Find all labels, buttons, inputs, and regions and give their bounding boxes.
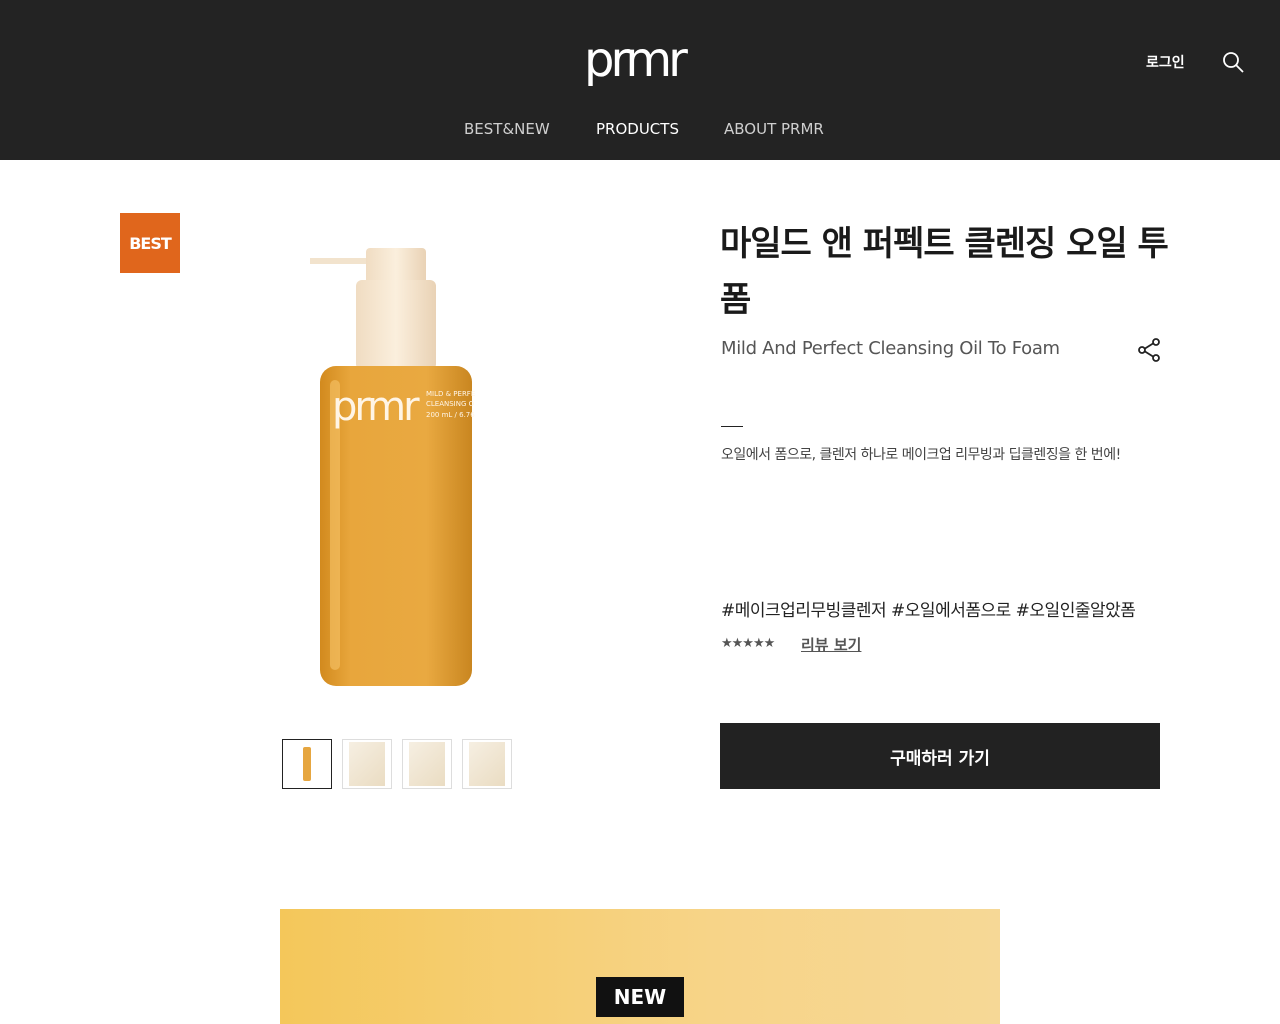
- thumbnail-list: [282, 739, 512, 789]
- thumbnail-2[interactable]: [342, 739, 392, 789]
- review-link[interactable]: 리뷰 보기: [801, 634, 861, 655]
- rating-stars-icon: ★★★★★: [721, 636, 775, 651]
- best-badge: BEST: [120, 213, 180, 273]
- buy-button[interactable]: 구매하러 가기: [720, 723, 1160, 789]
- new-badge: NEW: [596, 977, 684, 1017]
- nav-about-prmr[interactable]: ABOUT PRMR: [724, 120, 824, 138]
- search-icon[interactable]: [1221, 50, 1245, 74]
- nav-products[interactable]: PRODUCTS: [596, 120, 679, 138]
- thumbnail-3[interactable]: [402, 739, 452, 789]
- logo-text: prmr: [584, 38, 688, 88]
- bottle-label-line: 200 mL / 6.76: [426, 411, 475, 419]
- login-link[interactable]: 로그인: [1146, 52, 1185, 72]
- site-header: prmr 로그인 BEST&NEW PRODUCTS ABOUT PRMR: [0, 0, 1280, 160]
- product-description: 오일에서 폼으로, 클렌저 하나로 메이크업 리무빙과 딥클렌징을 한 번에!: [721, 447, 1121, 463]
- share-icon[interactable]: [1137, 337, 1161, 363]
- product-subtitle: Mild And Perfect Cleansing Oil To Foam: [721, 338, 1060, 359]
- bottle-logo: prmr: [332, 384, 420, 430]
- thumbnail-4[interactable]: [462, 739, 512, 789]
- bottle-label-line: CLEANSING O: [426, 400, 475, 408]
- prmr-logo[interactable]: prmr: [584, 38, 696, 90]
- bottle-label-line: MILD & PERFE: [426, 390, 475, 398]
- product-tags: #메이크업리무빙클렌저 #오일에서폼으로 #오일인줄알았폼: [721, 601, 1136, 621]
- product-title: 마일드 앤 퍼펙트 클렌징 오일 투 폼: [720, 224, 1169, 320]
- divider: [721, 426, 743, 427]
- thumbnail-1[interactable]: [282, 739, 332, 789]
- nav-best-new[interactable]: BEST&NEW: [464, 120, 550, 138]
- product-image: prmr MILD & PERFE CLEANSING O 200 mL / 6…: [310, 248, 475, 686]
